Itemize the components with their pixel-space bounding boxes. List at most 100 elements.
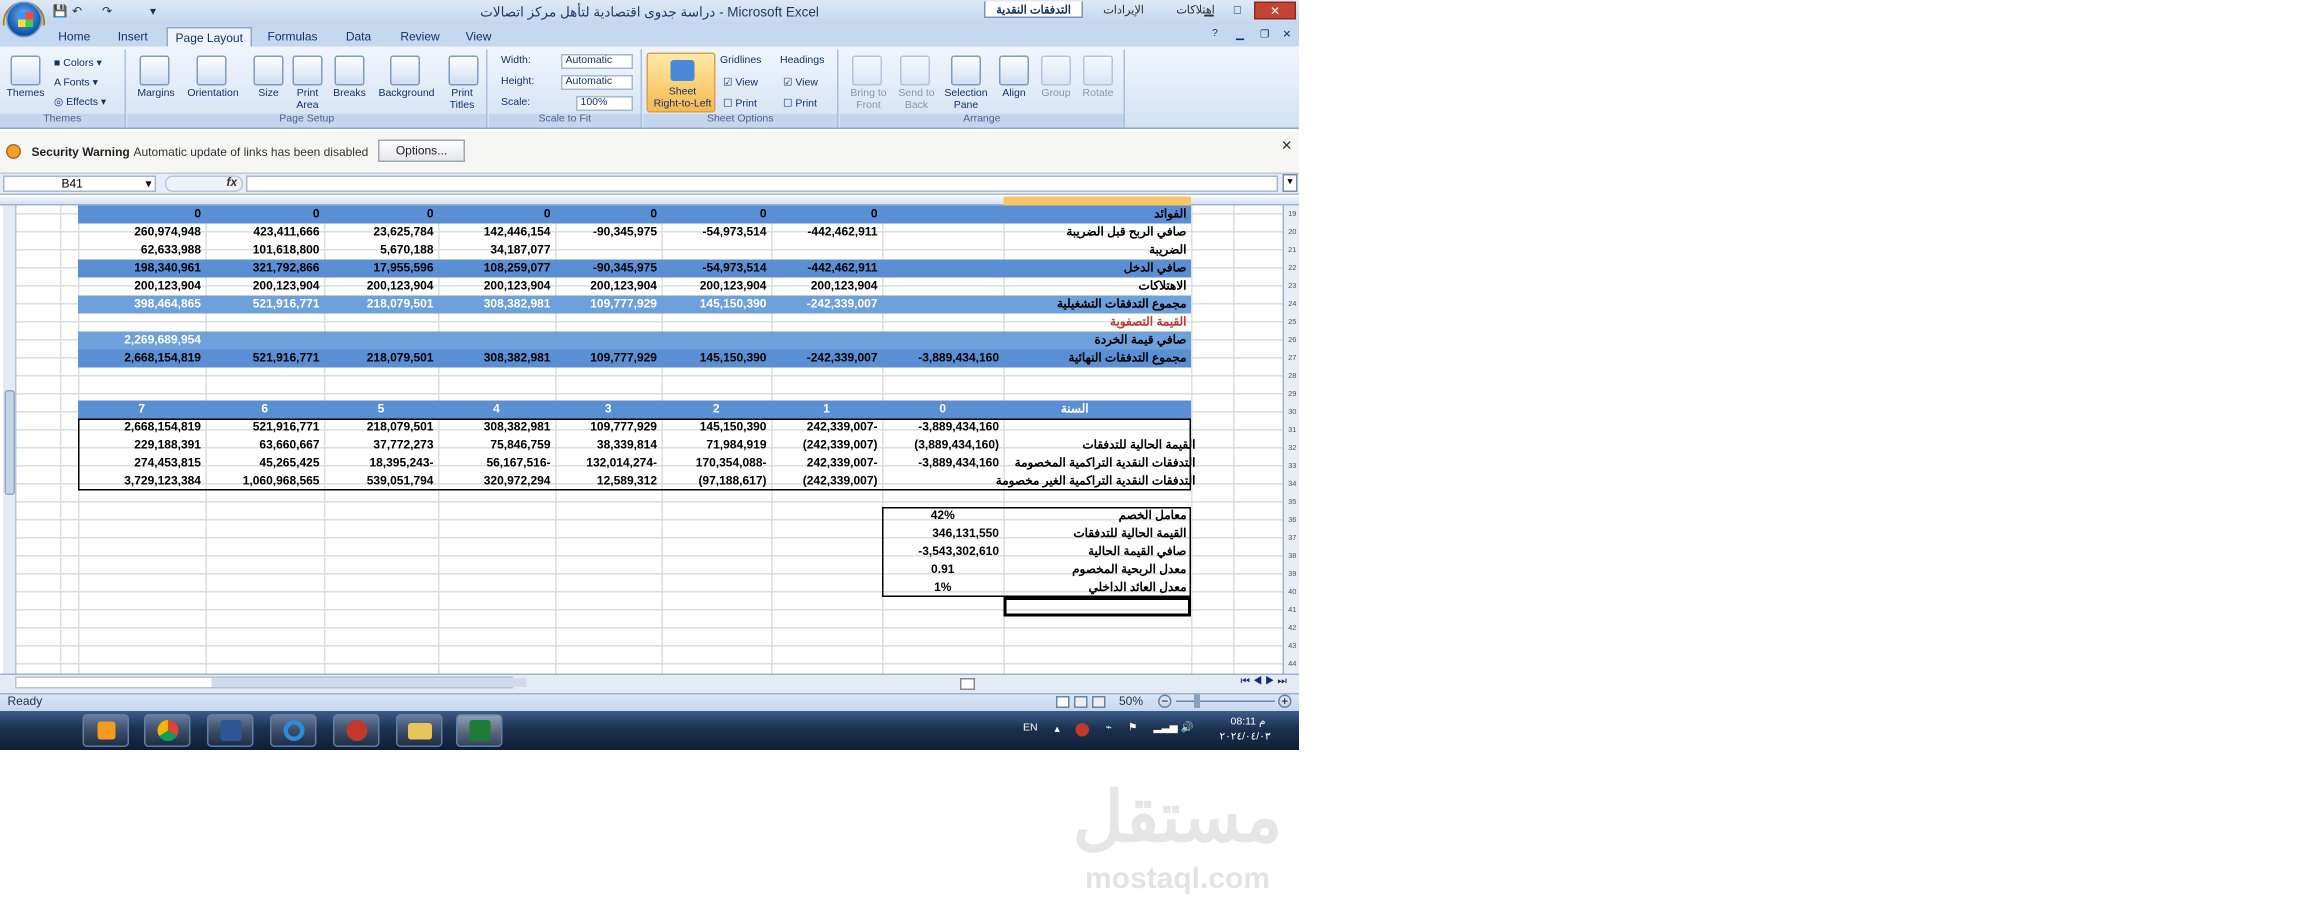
cell-year-5[interactable]: 218,079,501 <box>324 350 438 368</box>
size-icon[interactable] <box>253 55 284 86</box>
colors-button[interactable]: ■ Colors ▾ <box>54 57 102 70</box>
row-number[interactable]: 44 <box>1284 660 1299 669</box>
cell-year-5[interactable]: 218,079,501 <box>324 296 438 314</box>
bring-to-front-button[interactable]: Bring to Front <box>843 89 894 113</box>
tab-home[interactable]: Home <box>50 27 100 48</box>
row-number[interactable]: 26 <box>1284 336 1299 345</box>
fonts-button[interactable]: A Fonts ▾ <box>54 77 98 89</box>
sheet-nav-arrows[interactable]: ⏮ ◀ ▶ ⏭ <box>1241 677 1287 689</box>
tab-view[interactable]: View <box>458 27 500 48</box>
cell-year-2[interactable]: 145,150,390 <box>662 296 772 314</box>
cell-year-6[interactable]: 101,618,800 <box>206 242 325 260</box>
height-select[interactable]: Automatic <box>561 75 633 90</box>
clock-time[interactable]: 08:11 م <box>1218 716 1278 728</box>
selection-pane-icon[interactable] <box>951 55 981 86</box>
row-label[interactable]: الضريبة <box>1004 242 1192 260</box>
cell-year-2[interactable]: -54,973,514 <box>662 260 772 278</box>
breaks-button[interactable]: Breaks <box>329 89 371 101</box>
cell-year-0[interactable] <box>882 278 1004 296</box>
language-indicator[interactable]: EN <box>1023 723 1038 734</box>
chrome-taskbar[interactable] <box>144 714 191 747</box>
cell-year-0[interactable] <box>882 314 1004 332</box>
tab-page-layout[interactable]: Page Layout <box>166 27 252 48</box>
column-header-selected[interactable] <box>1003 196 1191 206</box>
row-number[interactable]: 30 <box>1284 408 1299 417</box>
cell-year-1[interactable]: -242,339,007 <box>771 350 882 368</box>
tab-data[interactable]: Data <box>336 27 381 48</box>
row-number[interactable]: 40 <box>1284 588 1299 597</box>
print-area-icon[interactable] <box>292 55 323 86</box>
name-box[interactable]: B41 ▾ <box>3 175 156 192</box>
row-label[interactable]: مجموع التدفقات التشغيلية <box>1004 296 1192 314</box>
year-header-6[interactable]: 6 <box>206 401 325 419</box>
explorer-taskbar[interactable] <box>396 714 443 747</box>
align-icon[interactable] <box>999 55 1029 86</box>
year-header-4[interactable]: 4 <box>438 401 555 419</box>
cell-year-2[interactable] <box>662 314 772 332</box>
cell-year-0[interactable]: -3,889,434,160 <box>882 350 1004 368</box>
cell-year-7[interactable]: 62,633,988 <box>78 242 206 260</box>
cell-year-5[interactable]: 5,670,188 <box>324 242 438 260</box>
cell-year-2[interactable] <box>662 332 772 350</box>
cell-year-0[interactable] <box>882 332 1004 350</box>
cell-year-5[interactable]: 17,955,596 <box>324 260 438 278</box>
breaks-icon[interactable] <box>334 55 365 86</box>
print-area-button[interactable]: Print Area <box>287 89 329 113</box>
cell-year-5[interactable]: 23,625,784 <box>324 224 438 242</box>
cell-year-5[interactable]: 0 <box>324 206 438 224</box>
rotate-button[interactable]: Rotate <box>1074 89 1122 101</box>
cell-year-2[interactable]: -54,973,514 <box>662 224 772 242</box>
cell-year-4[interactable] <box>438 314 555 332</box>
cell-year-3[interactable]: 0 <box>555 206 662 224</box>
cell-year-3[interactable] <box>555 242 662 260</box>
cell-year-1[interactable]: -442,462,911 <box>771 260 882 278</box>
cell-year-0[interactable] <box>882 242 1004 260</box>
volume-icon[interactable]: 🔊 <box>1181 722 1194 734</box>
cell-year-3[interactable] <box>555 314 662 332</box>
cell-year-6[interactable] <box>206 332 325 350</box>
cell-year-7[interactable]: 2,269,689,954 <box>78 332 206 350</box>
sheet-rtl-button[interactable]: Sheet Right-to-Left <box>646 52 716 113</box>
year-header-7[interactable]: 7 <box>78 401 206 419</box>
cell-year-6[interactable]: 521,916,771 <box>206 350 325 368</box>
page-break-view-icon[interactable] <box>1092 696 1106 708</box>
row-number[interactable]: 20 <box>1284 228 1299 237</box>
horizontal-scrollbar[interactable] <box>15 676 527 689</box>
margins-icon[interactable] <box>139 55 170 86</box>
print-titles-icon[interactable] <box>448 55 479 86</box>
tab-review[interactable]: Review <box>393 27 447 48</box>
width-select[interactable]: Automatic <box>561 54 633 69</box>
cell-year-0[interactable] <box>882 260 1004 278</box>
cell-year-6[interactable]: 0 <box>206 206 325 224</box>
cell-year-1[interactable] <box>771 314 882 332</box>
cell-year-2[interactable]: 145,150,390 <box>662 350 772 368</box>
row-number[interactable]: 21 <box>1284 246 1299 255</box>
word-taskbar[interactable] <box>207 714 254 747</box>
row-number[interactable]: 22 <box>1284 264 1299 273</box>
row-number[interactable]: 34 <box>1284 480 1299 489</box>
tray-arrow-icon[interactable]: ▴ <box>1055 723 1060 736</box>
row-number[interactable]: 38 <box>1284 552 1299 561</box>
start-button[interactable] <box>6 1 42 38</box>
tray-device-icon[interactable]: ⌁ <box>1106 722 1112 734</box>
row-number[interactable]: 32 <box>1284 444 1299 453</box>
cell-year-6[interactable]: 321,792,866 <box>206 260 325 278</box>
cell-year-4[interactable]: 0 <box>438 206 555 224</box>
row-label[interactable]: الفوائد <box>1004 206 1192 224</box>
selection-pane-button[interactable]: Selection Pane <box>939 89 993 113</box>
zoom-slider[interactable] <box>1176 700 1275 702</box>
row-number[interactable]: 27 <box>1284 354 1299 363</box>
formula-input[interactable] <box>246 175 1278 192</box>
row-label[interactable]: مجموع التدفقات النهائية <box>1004 350 1192 368</box>
sheet-tab-depreciation[interactable]: اهتلاكات <box>1161 2 1230 19</box>
cell-year-1[interactable]: -442,462,911 <box>771 224 882 242</box>
horizontal-scroll-thumb[interactable] <box>211 678 527 687</box>
cell-year-7[interactable]: 398,464,865 <box>78 296 206 314</box>
zoom-slider-thumb[interactable] <box>1194 694 1200 708</box>
cell-year-5[interactable]: 200,123,904 <box>324 278 438 296</box>
background-button[interactable]: Background <box>372 89 441 101</box>
row-number[interactable]: 23 <box>1284 282 1299 291</box>
ribbon-min-icon[interactable]: ▁ <box>1236 29 1244 41</box>
help-icon[interactable]: ? <box>1212 29 1218 40</box>
row-number[interactable]: 41 <box>1284 606 1299 615</box>
